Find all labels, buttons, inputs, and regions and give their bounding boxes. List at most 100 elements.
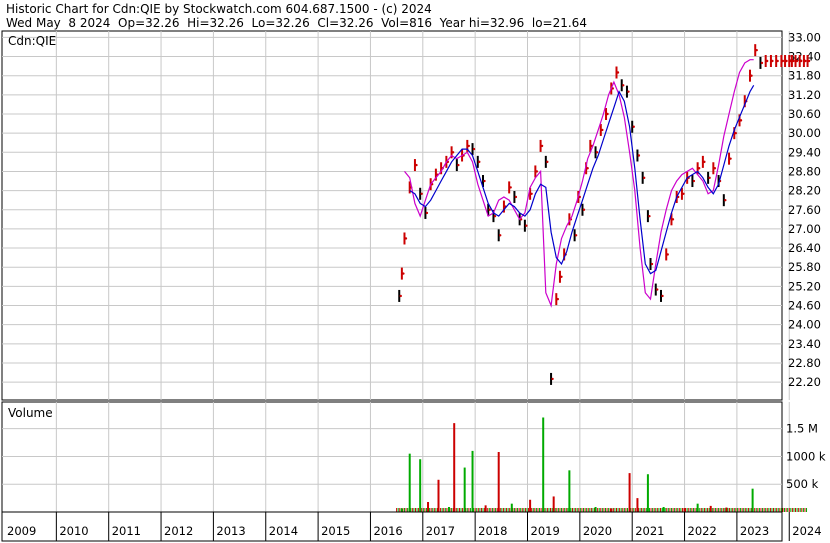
y-tick-label: 25.20 <box>788 279 821 293</box>
price-point <box>574 234 578 237</box>
symbol-label: Cdn:QIE <box>8 34 56 48</box>
y-tick-label: 31.20 <box>788 88 821 102</box>
price-point <box>415 163 418 167</box>
price-point <box>404 237 408 240</box>
price-point <box>586 167 589 170</box>
y-tick-label: 28.80 <box>788 164 821 178</box>
y-tick-label: 26.40 <box>788 241 821 255</box>
x-tick-label: 2018 <box>478 524 507 538</box>
price-point <box>656 288 659 291</box>
price-point <box>648 214 651 218</box>
y-tick-label: 31.80 <box>788 69 821 83</box>
price-point <box>627 90 630 93</box>
x-tick-label: 2016 <box>373 524 402 538</box>
y-tick-label: 27.60 <box>788 203 821 217</box>
price-point <box>402 272 405 275</box>
volume-tick-label: 500 k <box>786 477 819 491</box>
price-point <box>800 59 803 63</box>
price-point <box>637 154 641 157</box>
price-point <box>616 71 620 74</box>
price-point <box>560 275 563 278</box>
x-tick-label: 2010 <box>59 524 88 538</box>
price-point <box>483 179 486 183</box>
price-point <box>765 59 769 63</box>
price-point <box>724 198 727 202</box>
y-tick-label: 27.00 <box>788 222 821 236</box>
x-tick-label: 2015 <box>321 524 350 538</box>
price-point <box>467 144 470 148</box>
price-point <box>488 208 491 211</box>
price-point <box>420 192 423 195</box>
price-point <box>713 167 717 170</box>
y-tick-label: 24.60 <box>788 299 821 313</box>
price-point <box>535 170 539 173</box>
x-tick-label: 2022 <box>688 524 717 538</box>
price-point <box>499 234 502 237</box>
price-point <box>425 211 429 215</box>
x-tick-label: 2023 <box>740 524 769 538</box>
price-point <box>622 84 625 87</box>
price-point <box>451 151 455 154</box>
price-point <box>551 377 554 381</box>
volume-frame <box>1 401 783 513</box>
volume-panel: 1.5 M 1000 k 500 k Volume <box>1 401 826 513</box>
price-point <box>661 294 664 298</box>
price-point <box>697 167 701 170</box>
price-point <box>781 59 785 63</box>
x-tick-label: 2012 <box>164 524 193 538</box>
x-tick-label: 2011 <box>112 524 141 538</box>
x-tick-label: 2020 <box>583 524 612 538</box>
volume-tick-label: 1.5 M <box>786 422 818 436</box>
x-tick-label: 2024 <box>792 524 821 538</box>
price-point <box>556 297 559 301</box>
y-tick-label: 33.00 <box>788 30 821 44</box>
price-point <box>540 144 544 148</box>
price-point <box>792 59 795 63</box>
price-point <box>708 176 711 180</box>
y-tick-label: 24.00 <box>788 318 821 332</box>
price-point <box>478 160 481 164</box>
x-tick-label: 2017 <box>426 524 455 538</box>
x-tick-label: 2013 <box>216 524 245 538</box>
price-point <box>582 208 586 211</box>
price-point <box>650 262 654 266</box>
y-tick-label: 30.00 <box>788 126 821 140</box>
price-point <box>514 195 518 199</box>
price-point <box>755 48 758 52</box>
price-point <box>703 160 706 164</box>
x-axis: 2009 2010 2011 2012 2013 2014 2015 2016 2017 2018… <box>1 511 822 542</box>
price-point <box>804 59 807 63</box>
price-point <box>795 59 799 63</box>
price-point <box>632 125 635 128</box>
price-panel: 33.0032.4031.8031.2030.6030.0029.4028.80… <box>1 30 821 401</box>
price-point <box>671 218 675 221</box>
price-point <box>493 214 497 218</box>
y-tick-label: 28.20 <box>788 184 821 198</box>
price-point <box>399 294 402 298</box>
price-point <box>601 128 604 132</box>
price-point <box>642 176 646 180</box>
price-point <box>785 59 788 63</box>
x-tick-label: 2019 <box>531 524 560 538</box>
price-point <box>509 186 512 189</box>
y-tick-label: 23.40 <box>788 337 821 351</box>
price-point <box>525 224 528 227</box>
price-point <box>807 59 811 63</box>
price-point <box>734 131 737 135</box>
volume-label: Volume <box>8 406 53 420</box>
y-tick-label: 25.80 <box>788 260 821 274</box>
price-point <box>595 151 599 154</box>
stock-chart: 33.0032.4031.8031.2030.6030.0029.4028.80… <box>1 30 826 542</box>
y-tick-label: 30.60 <box>788 107 821 121</box>
price-point <box>682 192 685 195</box>
x-tick-label: 2014 <box>269 524 298 538</box>
price-point <box>750 74 753 77</box>
price-point <box>771 59 774 63</box>
price-point <box>530 192 533 195</box>
price-point <box>457 163 460 167</box>
price-point <box>692 179 696 183</box>
price-point <box>760 61 764 65</box>
price-point <box>546 160 549 164</box>
y-tick-label: 22.20 <box>788 375 821 389</box>
price-point <box>776 59 779 63</box>
